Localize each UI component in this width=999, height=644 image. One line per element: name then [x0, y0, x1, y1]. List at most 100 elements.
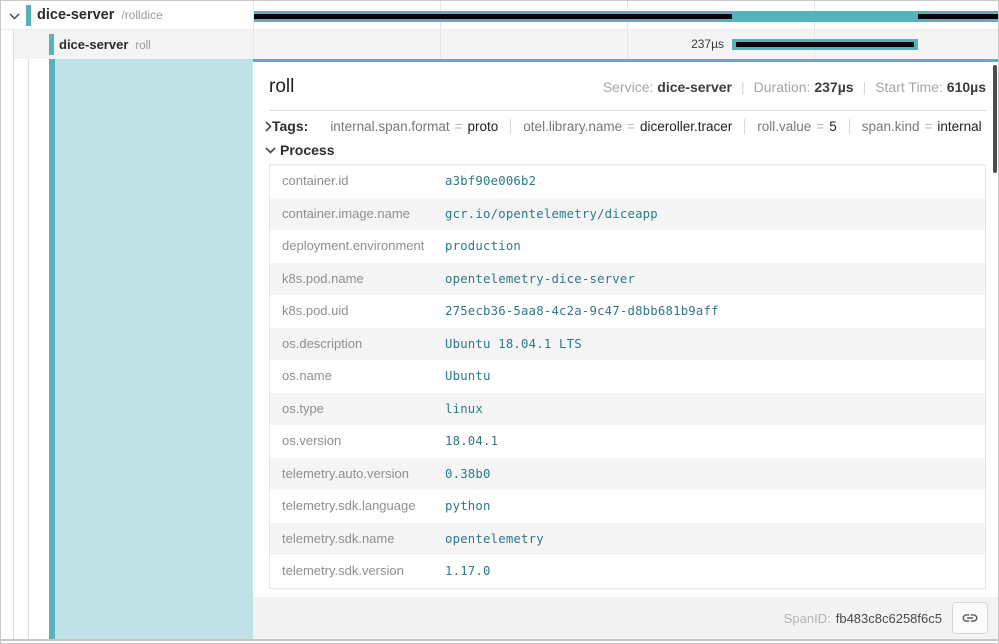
process-value: opentelemetry [445, 523, 985, 556]
process-table: container.id a3bf90e006b2 container.imag… [269, 164, 986, 589]
detail-footer: SpanID: fb483c8c6258f6c5 [253, 597, 999, 639]
tags-label: Tags: [272, 118, 308, 134]
chevron-down-icon [265, 143, 280, 157]
scrollbar-thumb[interactable] [993, 65, 997, 173]
span-title: roll [269, 76, 294, 98]
tag-key: span.kind [862, 119, 920, 134]
process-key: os.type [270, 393, 445, 426]
process-value: 18.04.1 [445, 425, 985, 458]
process-table-row: os.version 18.04.1 [270, 425, 985, 458]
process-key: telemetry.sdk.language [270, 490, 445, 523]
span-bar-self-segment [254, 14, 732, 19]
tag-item: roll.value=5 [744, 119, 848, 134]
process-key: telemetry.auto.version [270, 458, 445, 491]
tag-key: otel.library.name [523, 119, 622, 134]
process-key: os.version [270, 425, 445, 458]
summary-divider: | [863, 79, 867, 95]
span-bar-roll[interactable] [732, 39, 918, 50]
process-table-row: container.id a3bf90e006b2 [270, 165, 985, 198]
span-color-bar [26, 5, 31, 26]
link-icon [961, 609, 979, 627]
timeline-gridline [253, 30, 254, 59]
process-value: Ubuntu [445, 360, 985, 393]
process-value: 1.17.0 [445, 555, 985, 588]
process-key: container.id [270, 165, 445, 198]
summary-divider: | [741, 79, 745, 95]
span-service-name: dice-server/rolldice [37, 1, 163, 30]
start-time-value: 610µs [947, 79, 986, 95]
chevron-right-icon [265, 119, 272, 133]
selected-span-highlight [55, 59, 253, 639]
process-table-row: deployment.environment production [270, 230, 985, 263]
tag-value: internal [937, 119, 981, 134]
tag-equals: = [925, 119, 933, 134]
process-table-row: os.description Ubuntu 18.04.1 LTS [270, 328, 985, 361]
process-table-row: os.name Ubuntu [270, 360, 985, 393]
process-value: linux [445, 393, 985, 426]
span-duration-label: 237µs [601, 30, 724, 59]
detail-header: roll Service: dice-server | Duration: 237µ… [269, 76, 986, 98]
process-table-row: container.image.name gcr.io/opentelemetr… [270, 198, 985, 231]
process-value: gcr.io/opentelemetry/diceapp [445, 198, 985, 231]
trace-detail-page: dice-server/rolldice dice-serverroll 237… [0, 0, 999, 644]
process-value: production [445, 230, 985, 263]
service-label: Service: [603, 79, 654, 95]
process-label: Process [280, 142, 334, 158]
span-service-name: dice-serverroll [59, 30, 151, 61]
process-value: 0.38b0 [445, 458, 985, 491]
process-value: a3bf90e006b2 [445, 165, 985, 198]
span-bar-rolldice[interactable] [254, 11, 999, 22]
tree-indent-guide [1, 30, 14, 59]
span-summary: Service: dice-server | Duration: 237µs | Sta… [603, 79, 986, 95]
span-color-bar [49, 34, 54, 55]
timeline-gridline [440, 30, 441, 59]
span-row-roll[interactable]: dice-serverroll 237µs [1, 30, 999, 59]
start-time-label: Start Time: [875, 79, 943, 95]
span-operation-name: roll [135, 40, 150, 52]
service-value: dice-server [657, 79, 732, 95]
tree-indent-guide [14, 59, 29, 639]
tag-list: internal.span.format = proto otel.library.n… [318, 119, 993, 134]
tag-value: diceroller.tracer [640, 119, 732, 134]
span-detail-panel: roll Service: dice-server | Duration: 237µ… [253, 62, 999, 639]
duration-value: 237µs [814, 79, 853, 95]
tags-section-toggle[interactable]: Tags: internal.span.format = proto otel.lib… [269, 111, 986, 140]
tag-value: proto [468, 119, 499, 134]
process-table-row: k8s.pod.name opentelemetry-dice-server [270, 263, 985, 296]
duration-label: Duration: [754, 79, 811, 95]
process-value: opentelemetry-dice-server [445, 263, 985, 296]
span-operation-name: /rolldice [121, 8, 162, 22]
tree-indent-guide [1, 59, 14, 639]
tag-equals: = [816, 119, 824, 134]
process-table-row: telemetry.sdk.version 1.17.0 [270, 555, 985, 588]
process-value: 275ecb36-5aa8-4c2a-9c47-d8bb681b9aff [445, 295, 985, 328]
process-key: container.image.name [270, 198, 445, 231]
span-id-label: SpanID: [784, 611, 831, 626]
process-key: k8s.pod.name [270, 263, 445, 296]
copy-link-button[interactable] [952, 602, 988, 634]
span-row-rolldice[interactable]: dice-server/rolldice [1, 1, 999, 30]
process-table-row: os.type linux [270, 393, 985, 426]
process-table-row: telemetry.auto.version 0.38b0 [270, 458, 985, 491]
tag-equals: = [627, 119, 635, 134]
process-key: telemetry.sdk.name [270, 523, 445, 556]
process-key: deployment.environment [270, 230, 445, 263]
process-section-toggle[interactable]: Process [269, 140, 986, 164]
process-table-row: k8s.pod.uid 275ecb36-5aa8-4c2a-9c47-d8bb… [270, 295, 985, 328]
tag-value: 5 [829, 119, 837, 134]
tag-key: internal.span.format [330, 119, 449, 134]
process-key: os.description [270, 328, 445, 361]
span-bar-self-segment [736, 42, 914, 47]
process-table-row: telemetry.sdk.name opentelemetry [270, 523, 985, 556]
process-key: telemetry.sdk.version [270, 555, 445, 588]
tag-item: otel.library.name = diceroller.tracer [510, 119, 744, 134]
process-key: k8s.pod.uid [270, 295, 445, 328]
process-value: Ubuntu 18.04.1 LTS [445, 328, 985, 361]
tag-item: span.kind = internal [849, 119, 994, 134]
process-table-row: telemetry.sdk.language python [270, 490, 985, 523]
tag-equals: = [455, 119, 463, 134]
tag-item: internal.span.format = proto [318, 119, 510, 134]
span-bar-self-segment [918, 14, 999, 19]
chevron-down-icon[interactable] [7, 9, 21, 23]
trace-bottom-border [1, 639, 999, 641]
